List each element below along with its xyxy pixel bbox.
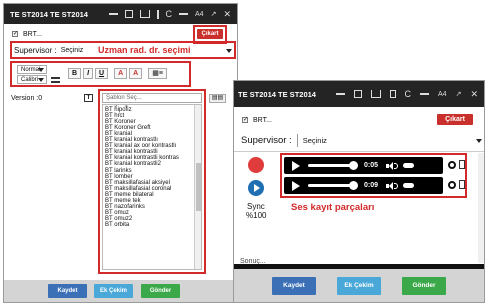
player-progress[interactable] xyxy=(308,161,358,170)
refresh-icon[interactable]: C xyxy=(166,9,173,19)
highlight-button[interactable]: A xyxy=(129,68,143,79)
minimize-icon[interactable] xyxy=(108,13,118,15)
sync-value: %100 xyxy=(246,211,267,220)
file-name: BRT... xyxy=(253,116,272,124)
ek-cekim-button[interactable]: Ek Çekim xyxy=(337,277,381,295)
template-scroll-thumb[interactable] xyxy=(196,163,201,211)
sync-label: Sync xyxy=(247,202,265,211)
version-label: Version :0 xyxy=(11,95,43,102)
refresh-icon[interactable]: C xyxy=(405,89,412,99)
bold-button[interactable]: B xyxy=(68,68,82,79)
font-size-icon[interactable]: A4 xyxy=(195,11,204,18)
template-placeholder: Şablon Seç... xyxy=(106,95,142,101)
file-checkbox[interactable]: ✓ xyxy=(242,117,248,123)
audio-player-2[interactable]: 0:09 xyxy=(284,177,443,194)
player-settings-icon[interactable] xyxy=(448,181,456,189)
template-list-item[interactable]: BT orbita xyxy=(103,222,201,228)
template-list[interactable]: BT ganglioner BT hipofiz BT hrct BT Koroner… xyxy=(102,104,202,270)
version-row: Version :0 xyxy=(11,95,42,102)
kaydet-button[interactable]: Kaydet xyxy=(272,277,316,295)
template-select[interactable]: Şablon Seç... xyxy=(102,93,202,103)
close-icon[interactable]: ✕ xyxy=(223,9,231,20)
supervisor-annotation: Uzman rad. dr. seçimi xyxy=(98,45,191,55)
expand-icon[interactable]: ↗ xyxy=(211,10,217,18)
audio-annotation: Ses kayıt parçaları xyxy=(291,202,375,213)
supervisor-row: Supervisor : Seçiniz xyxy=(14,45,83,56)
player-knob[interactable] xyxy=(349,181,358,190)
audio-player-1[interactable]: 0:05 xyxy=(284,157,443,174)
share-icon[interactable] xyxy=(370,90,381,98)
file-checkbox[interactable]: ✓ xyxy=(12,31,18,37)
format-buttons: B I U A A ▦≡ xyxy=(68,68,169,79)
minimize-icon[interactable] xyxy=(335,93,345,95)
restore-icon[interactable] xyxy=(353,90,362,98)
template-tools-icon[interactable]: ▤▤ xyxy=(209,94,226,103)
player-knob[interactable] xyxy=(349,161,358,170)
table-icon[interactable]: ▦≡ xyxy=(148,68,167,79)
player-progress[interactable] xyxy=(308,181,358,190)
supervisor-divider xyxy=(296,134,298,147)
font-select[interactable]: Calibri xyxy=(17,75,47,84)
record-icon[interactable] xyxy=(248,157,264,173)
expand-icon[interactable]: ↗ xyxy=(456,90,462,98)
supervisor-label: Supervisor : xyxy=(241,135,292,146)
template-icon[interactable]: T xyxy=(84,94,93,102)
cikart-button[interactable]: Çıkart xyxy=(197,29,223,39)
italic-button[interactable]: I xyxy=(83,68,94,79)
template-scrollbar[interactable] xyxy=(194,105,201,269)
dash-icon[interactable] xyxy=(420,93,430,95)
restore-icon[interactable] xyxy=(124,10,133,18)
kaydet-button[interactable]: Kaydet xyxy=(48,284,87,298)
file-name: BRT... xyxy=(23,30,42,38)
file-row: ✓ BRT... xyxy=(12,28,202,40)
file-row: ✓ BRT... xyxy=(242,114,272,126)
template-items: BT ganglioner BT hipofiz BT hrct BT Koroner… xyxy=(103,105,201,228)
gonder-button[interactable]: Gönder xyxy=(141,284,180,298)
supervisor-label: Supervisor : xyxy=(14,46,57,55)
window-title: TE ST2014 TE ST2014 xyxy=(238,89,316,99)
dash-icon[interactable] xyxy=(179,13,189,15)
format-select[interactable]: Normal xyxy=(17,65,47,74)
player-delete-icon[interactable] xyxy=(459,160,465,169)
supervisor-select[interactable]: Seçiniz xyxy=(61,47,84,54)
player-time: 0:05 xyxy=(364,162,379,169)
align-icon[interactable] xyxy=(51,77,60,83)
chevron-down-icon xyxy=(38,77,44,82)
font-size-icon[interactable]: A4 xyxy=(438,91,447,98)
mic-icon[interactable] xyxy=(389,90,396,98)
volume-icon[interactable] xyxy=(386,161,399,170)
volume-slider[interactable] xyxy=(403,183,415,188)
right-window: TE ST2014 TE ST2014 C A4 ↗ ✕ ✓ BRT... Çı… xyxy=(233,80,485,303)
font-select-value: Calibri xyxy=(21,76,39,83)
cikart-button[interactable]: Çıkart xyxy=(437,114,473,125)
font-color-button[interactable]: A xyxy=(114,68,128,79)
play-icon[interactable] xyxy=(248,180,264,196)
supervisor-row: Supervisor : Seçiniz xyxy=(241,134,327,147)
underline-button[interactable]: U xyxy=(95,68,109,79)
volume-icon[interactable] xyxy=(386,181,399,190)
share-icon[interactable] xyxy=(139,10,150,18)
ek-cekim-button[interactable]: Ek Çekim xyxy=(94,284,133,298)
left-titlebar: TE ST2014 TE ST2014 C A4 ↗ ✕ xyxy=(4,4,237,24)
supervisor-caret-icon[interactable] xyxy=(476,139,482,143)
volume-slider[interactable] xyxy=(403,163,415,168)
window-title: TE ST2014 TE ST2014 xyxy=(10,9,88,19)
chevron-down-icon xyxy=(38,67,44,72)
player-play-icon[interactable] xyxy=(292,180,300,191)
player-separator xyxy=(234,151,484,152)
close-icon[interactable]: ✕ xyxy=(470,89,478,100)
player-settings-icon[interactable] xyxy=(448,161,456,169)
right-scrollbar[interactable] xyxy=(478,153,484,263)
mic-icon[interactable] xyxy=(156,9,159,19)
player-delete-icon[interactable] xyxy=(459,180,465,189)
left-window: TE ST2014 TE ST2014 C A4 ↗ ✕ ✓ BRT... Çı… xyxy=(3,3,238,303)
supervisor-caret-icon[interactable] xyxy=(226,49,232,53)
player-time: 0:09 xyxy=(364,182,379,189)
gonder-button[interactable]: Gönder xyxy=(402,277,446,295)
player-play-icon[interactable] xyxy=(292,160,300,171)
supervisor-select[interactable]: Seçiniz xyxy=(303,136,327,145)
right-titlebar: TE ST2014 TE ST2014 C A4 ↗ ✕ xyxy=(234,81,484,107)
